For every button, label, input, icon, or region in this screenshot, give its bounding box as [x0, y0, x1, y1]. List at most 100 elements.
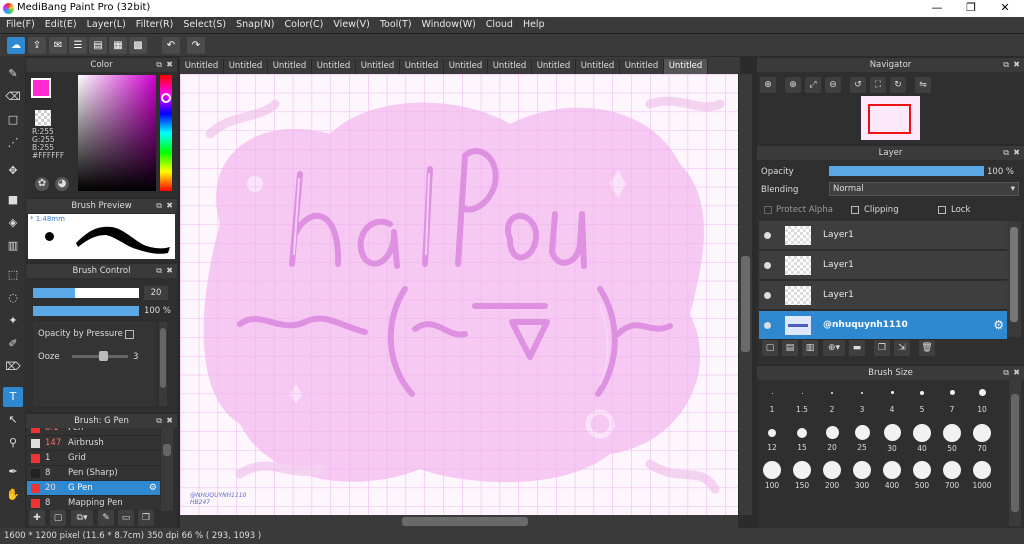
panel-close-icon[interactable]: ✖ — [166, 201, 173, 211]
layer-visibility-eye-icon[interactable] — [764, 292, 771, 299]
menu-view[interactable]: View(V) — [328, 17, 374, 33]
page-icon[interactable]: ▤ — [89, 37, 107, 54]
brush-size-preset[interactable]: 2 — [818, 383, 846, 414]
tab-document[interactable]: Untitled — [532, 59, 576, 74]
layer-visibility-eye-icon[interactable] — [764, 322, 771, 329]
brush-settings-gear-icon[interactable]: ⚙ — [149, 481, 157, 496]
share-icon[interactable]: ⇪ — [28, 37, 46, 54]
brush-copy-dropdown-icon[interactable]: ⧉▾ — [71, 510, 93, 526]
brush-size-preset[interactable]: 4 — [878, 383, 906, 414]
layer-visibility-eye-icon[interactable] — [764, 232, 771, 239]
menu-edit[interactable]: Edit(E) — [40, 17, 82, 33]
panel-close-icon[interactable]: ✖ — [166, 266, 173, 276]
brush-duplicate-icon[interactable]: ❐ — [138, 510, 154, 526]
undock-icon[interactable]: ⧉ — [156, 416, 162, 426]
redo-icon[interactable]: ↷ — [187, 37, 205, 54]
brush-size-preset[interactable]: 25 — [848, 424, 876, 452]
brush-size-preset[interactable]: 70 — [968, 424, 996, 453]
layer-merge-icon[interactable]: ⇲ — [894, 340, 910, 356]
ooze-slider-handle[interactable] — [99, 351, 108, 361]
layer-delete-icon[interactable]: 🗑 — [919, 340, 935, 356]
undock-icon[interactable]: ⧉ — [1003, 148, 1009, 158]
brush-size-preset[interactable]: 500 — [908, 461, 936, 490]
brush-size-preset[interactable]: 1.5 — [788, 383, 816, 414]
brush-size-preset[interactable]: 200 — [818, 461, 846, 490]
rotate-left-icon[interactable]: ↺ — [850, 77, 866, 93]
pen-tool-icon[interactable]: ✒ — [3, 462, 23, 482]
tab-document[interactable]: Untitled — [576, 59, 620, 74]
layer-settings-gear-icon[interactable]: ⚙ — [993, 318, 1004, 332]
chat-icon[interactable]: ☰ — [69, 37, 87, 54]
zoom-in-alt-icon[interactable]: ⊕ — [785, 77, 801, 93]
menu-layer[interactable]: Layer(L) — [82, 17, 131, 33]
brush-opacity-value[interactable]: 100 % — [139, 304, 171, 318]
brush-size-preset[interactable]: 20 — [818, 424, 846, 452]
tab-document[interactable]: Untitled — [268, 59, 312, 74]
tab-document[interactable]: Untitled — [620, 59, 664, 74]
brush-size-preset[interactable]: 3 — [848, 383, 876, 414]
layer-folder-icon[interactable]: ▬ — [849, 340, 865, 356]
brush-item[interactable]: 147 Airbrush — [27, 436, 160, 451]
eraser-tool-icon[interactable]: ⌫ — [3, 87, 23, 107]
bucket-tool-icon[interactable]: ◈ — [3, 213, 23, 233]
brush-list-scrollbar[interactable] — [161, 428, 173, 511]
color-history-icon[interactable]: ◕ — [55, 177, 69, 191]
canvas-horizontal-scrollbar[interactable] — [180, 515, 738, 528]
brush-size-preset[interactable]: 400 — [878, 461, 906, 490]
brush-item[interactable]: 8 Mapping Pen — [27, 496, 160, 511]
brush-size-preset[interactable]: 7 — [938, 383, 966, 414]
navigator-viewport-box[interactable] — [868, 104, 911, 134]
layer-opacity-slider[interactable] — [829, 166, 984, 176]
cloud-sync-icon[interactable]: ☁ — [7, 37, 25, 54]
menu-tool[interactable]: Tool(T) — [375, 17, 417, 33]
undock-icon[interactable]: ⧉ — [156, 60, 162, 70]
brush-size-preset[interactable]: 100 — [758, 461, 786, 490]
select-eraser-icon[interactable]: ⌦ — [3, 357, 23, 377]
select-pen-icon[interactable]: ✐ — [3, 334, 23, 354]
move-tool-icon[interactable]: ✥ — [3, 161, 23, 181]
lasso-tool-icon[interactable]: ◌ — [3, 288, 23, 308]
brush-size-preset[interactable]: 50 — [938, 424, 966, 453]
rotate-right-icon[interactable]: ↻ — [890, 77, 906, 93]
palette-icon[interactable]: ✿ — [35, 177, 49, 191]
fit-icon[interactable]: ⤢ — [805, 77, 821, 93]
drawing-canvas[interactable]: @NHUQUYNH1110 HB247 — [180, 74, 738, 515]
tab-document[interactable]: Untitled — [180, 59, 224, 74]
protect-alpha-checkbox[interactable] — [764, 206, 772, 214]
menu-help[interactable]: Help — [518, 17, 550, 33]
brush-new-icon[interactable]: ▢ — [50, 510, 66, 526]
layer-row[interactable]: Layer1 — [759, 281, 1007, 310]
brush-size-preset[interactable]: 1000 — [968, 461, 996, 490]
brush-item-selected[interactable]: 20 G Pen ⚙ — [27, 481, 160, 496]
gradient-tool-icon[interactable]: ▥ — [3, 236, 23, 256]
horizontal-scroll-thumb[interactable] — [402, 517, 528, 526]
undo-icon[interactable]: ↶ — [162, 37, 180, 54]
layer-duplicate-icon[interactable]: ❐ — [874, 340, 890, 356]
undock-icon[interactable]: ⧉ — [1003, 60, 1009, 70]
brush-size-value[interactable]: 20 — [144, 286, 168, 300]
canvas-vertical-scrollbar[interactable] — [739, 74, 752, 515]
layer-add-dropdown-icon[interactable]: ⊕▾ — [823, 340, 845, 356]
lock-checkbox[interactable] — [938, 206, 946, 214]
opacity-by-pressure-checkbox[interactable] — [125, 330, 134, 339]
flip-icon[interactable]: ⇋ — [915, 77, 931, 93]
reset-view-icon[interactable]: ⛶ — [870, 77, 886, 93]
brush-size-preset[interactable]: 30 — [878, 424, 906, 453]
hand-tool-icon[interactable]: ✋ — [3, 485, 23, 505]
brush-item[interactable]: 8.1 Pen — [27, 428, 160, 436]
brush-size-preset[interactable]: 10 — [968, 383, 996, 414]
menu-window[interactable]: Window(W) — [417, 17, 481, 33]
layer-list-scrollbar[interactable] — [1007, 221, 1021, 337]
brush-size-preset[interactable]: 15 — [788, 424, 816, 452]
tab-document[interactable]: Untitled — [356, 59, 400, 74]
transparent-color-swatch[interactable] — [35, 110, 51, 126]
brush-size-preset[interactable]: 12 — [758, 424, 786, 452]
clipping-checkbox[interactable] — [851, 206, 859, 214]
brush-size-preset[interactable]: 5 — [908, 383, 936, 414]
hue-handle[interactable] — [161, 93, 171, 103]
fill-rect-tool-icon[interactable]: ■ — [3, 190, 23, 210]
new-8bit-layer-icon[interactable]: ▥ — [802, 340, 818, 356]
menu-cloud[interactable]: Cloud — [481, 17, 518, 33]
primary-color-swatch[interactable] — [31, 78, 51, 98]
brush-size-scrollbar[interactable] — [1009, 380, 1021, 526]
